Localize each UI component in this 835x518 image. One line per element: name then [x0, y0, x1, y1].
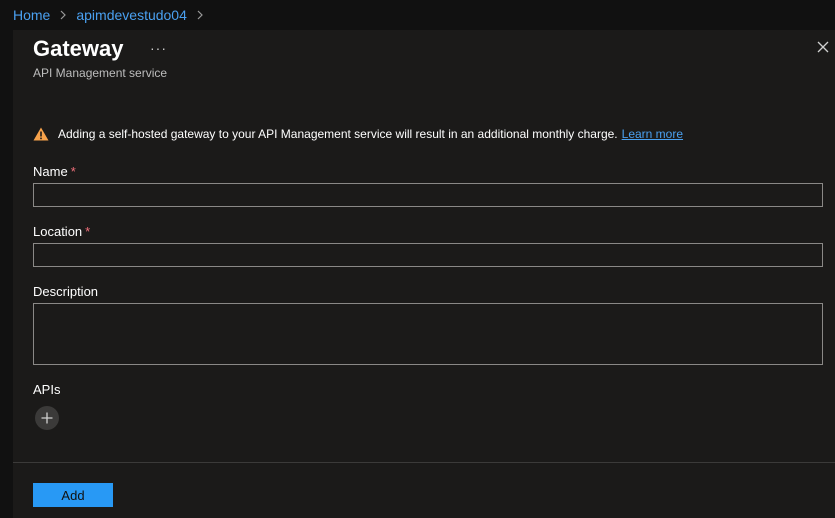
- location-label: Location *: [33, 224, 90, 239]
- apis-label: APIs: [33, 382, 61, 397]
- add-api-button[interactable]: [35, 406, 59, 430]
- warning-text: Adding a self-hosted gateway to your API…: [58, 127, 618, 141]
- location-label-text: Location: [33, 224, 83, 239]
- close-icon[interactable]: [815, 39, 831, 55]
- warning-banner: Adding a self-hosted gateway to your API…: [33, 127, 683, 141]
- breadcrumb-service[interactable]: apimdevestudo04: [76, 7, 187, 23]
- required-marker: *: [85, 224, 91, 239]
- page-subtitle: API Management service: [33, 66, 168, 80]
- page-title: Gateway: [33, 36, 124, 61]
- required-marker: *: [70, 164, 76, 179]
- breadcrumb-home[interactable]: Home: [13, 7, 50, 23]
- add-button[interactable]: Add: [33, 483, 113, 507]
- more-options-button[interactable]: ···: [150, 40, 167, 56]
- footer-divider: [13, 462, 835, 463]
- name-label: Name *: [33, 164, 76, 179]
- description-label: Description: [33, 284, 99, 299]
- gateway-panel: Gateway ··· API Management service Addin…: [13, 30, 835, 518]
- name-input[interactable]: [33, 183, 823, 207]
- chevron-right-icon: [196, 10, 204, 20]
- chevron-right-icon: [59, 10, 67, 20]
- description-textarea[interactable]: [33, 303, 823, 365]
- learn-more-link[interactable]: Learn more: [622, 127, 683, 141]
- warning-icon: [33, 127, 49, 141]
- breadcrumb: Home apimdevestudo04: [0, 0, 835, 30]
- name-label-text: Name: [33, 164, 68, 179]
- location-input[interactable]: [33, 243, 823, 267]
- plus-icon: [41, 412, 53, 424]
